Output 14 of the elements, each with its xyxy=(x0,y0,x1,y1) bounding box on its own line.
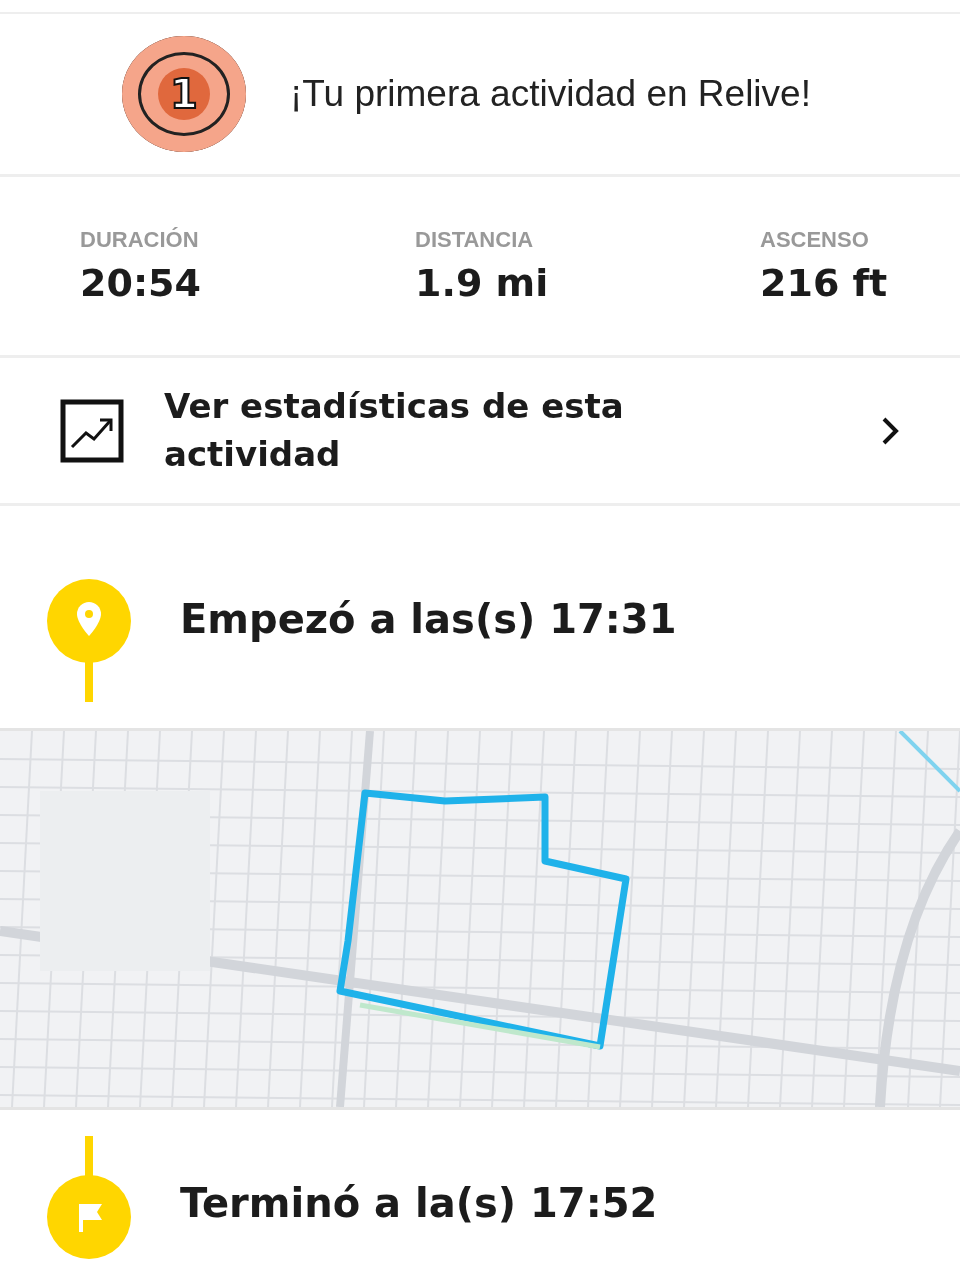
stat-value: 20:54 xyxy=(80,261,202,305)
trend-chart-icon xyxy=(60,398,124,463)
end-time: Terminó a la(s) 17:52 xyxy=(180,1180,658,1226)
stat-value: 1.9 mi xyxy=(415,261,550,305)
stat-label: DISTANCIA xyxy=(415,227,535,253)
location-pin-icon xyxy=(44,576,134,702)
stat-value: 216 ft xyxy=(760,261,889,305)
stats-link[interactable]: Ver estadísticas de esta actividad xyxy=(0,358,960,506)
start-time: Empezó a las(s) 17:31 xyxy=(180,596,677,642)
stat-label: ASCENSO xyxy=(760,227,870,253)
achievement-text: ¡Tu primera actividad en Relive! xyxy=(290,73,811,115)
flag-marker-icon xyxy=(44,1136,134,1262)
stat-label: DURACIÓN xyxy=(80,227,200,253)
badge-number: 1 xyxy=(158,68,210,120)
